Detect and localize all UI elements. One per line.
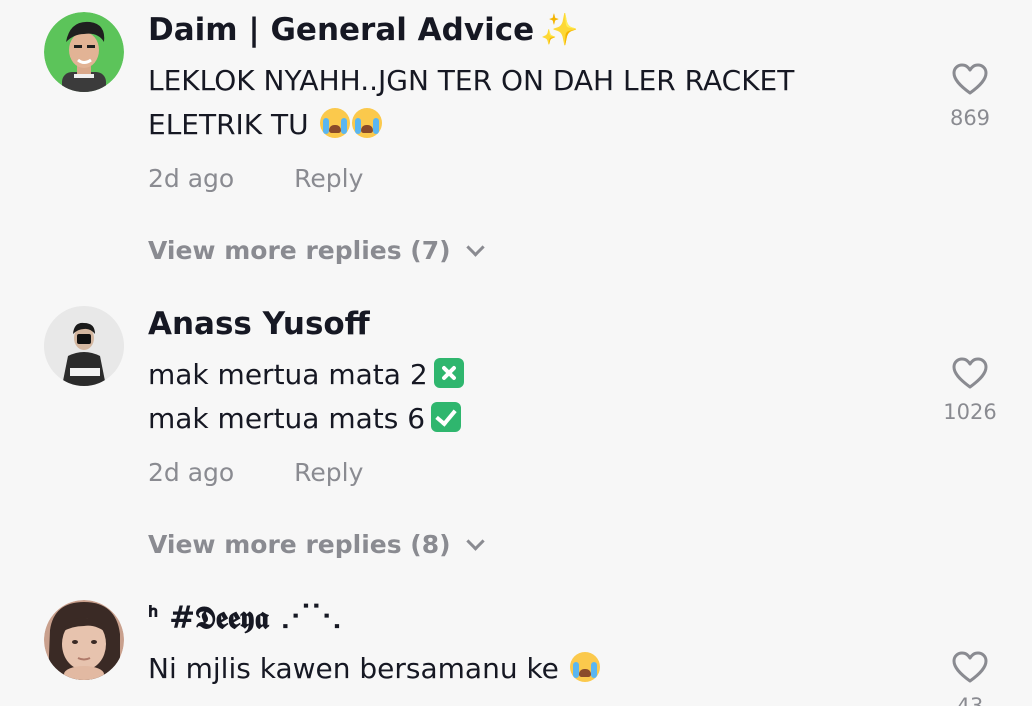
check-mark-button-icon (431, 402, 462, 432)
comment-timestamp: 2d ago (148, 458, 235, 487)
comment-text: mak mertua mata 2 mak mertua mats 6 (148, 353, 908, 441)
comment-meta: 2d ago Reply (148, 458, 363, 487)
loudly-crying-face-icon (319, 108, 350, 138)
like-count: 869 (949, 106, 991, 130)
sparkles-icon: ✨ (540, 12, 579, 48)
chevron-down-icon (465, 238, 485, 257)
like-section: 43 (928, 650, 1012, 706)
avatar[interactable] (44, 306, 124, 386)
username[interactable]: Anass Yusoff (148, 306, 370, 343)
like-count: 43 (956, 694, 984, 706)
cross-mark-button-icon (433, 358, 464, 388)
view-more-replies-label: View more replies (8) (148, 530, 451, 559)
like-section: 869 (928, 62, 1012, 130)
chevron-down-icon (465, 532, 485, 551)
comment-text: Ni mjlis kawen bersamanu ke (148, 647, 908, 691)
view-more-replies-button[interactable]: View more replies (8) (148, 530, 485, 559)
like-count: 1026 (943, 400, 997, 424)
username[interactable]: ᑋ #𝕯𝖊𝖊𝖞𝖆 ⋰⋱ (148, 600, 342, 637)
comment-line: mak mertua mats 6 (148, 397, 908, 441)
comment-line: mak mertua mata 2 (148, 353, 908, 397)
username[interactable]: Daim | General Advice ✨ (148, 12, 579, 49)
comment-text: LEKLOK NYAHH..JGN TER ON DAH LER RACKET … (148, 59, 908, 147)
username-text: Daim | General Advice (148, 12, 535, 48)
view-more-replies-label: View more replies (7) (148, 236, 451, 265)
heart-outline-icon[interactable] (928, 356, 1012, 390)
comment-line: ELETRIK TU (148, 103, 908, 147)
reply-button[interactable]: Reply (294, 458, 363, 487)
avatar[interactable] (44, 12, 124, 92)
heart-outline-icon[interactable] (928, 62, 1012, 96)
comment-timestamp: 2d ago (148, 164, 235, 193)
comment-line: LEKLOK NYAHH..JGN TER ON DAH LER RACKET (148, 64, 795, 97)
reply-button[interactable]: Reply (294, 164, 363, 193)
comments-list: Daim | General Advice ✨ LEKLOK NYAHH..JGN… (0, 0, 1032, 706)
view-more-replies-button[interactable]: View more replies (7) (148, 236, 485, 265)
comment-meta: 2d ago Reply (148, 164, 363, 193)
loudly-crying-face-icon (569, 652, 600, 682)
like-section: 1026 (928, 356, 1012, 424)
comment-line: Ni mjlis kawen bersamanu ke (148, 647, 908, 691)
heart-outline-icon[interactable] (928, 650, 1012, 684)
avatar[interactable] (44, 600, 124, 680)
loudly-crying-face-icon (351, 108, 382, 138)
